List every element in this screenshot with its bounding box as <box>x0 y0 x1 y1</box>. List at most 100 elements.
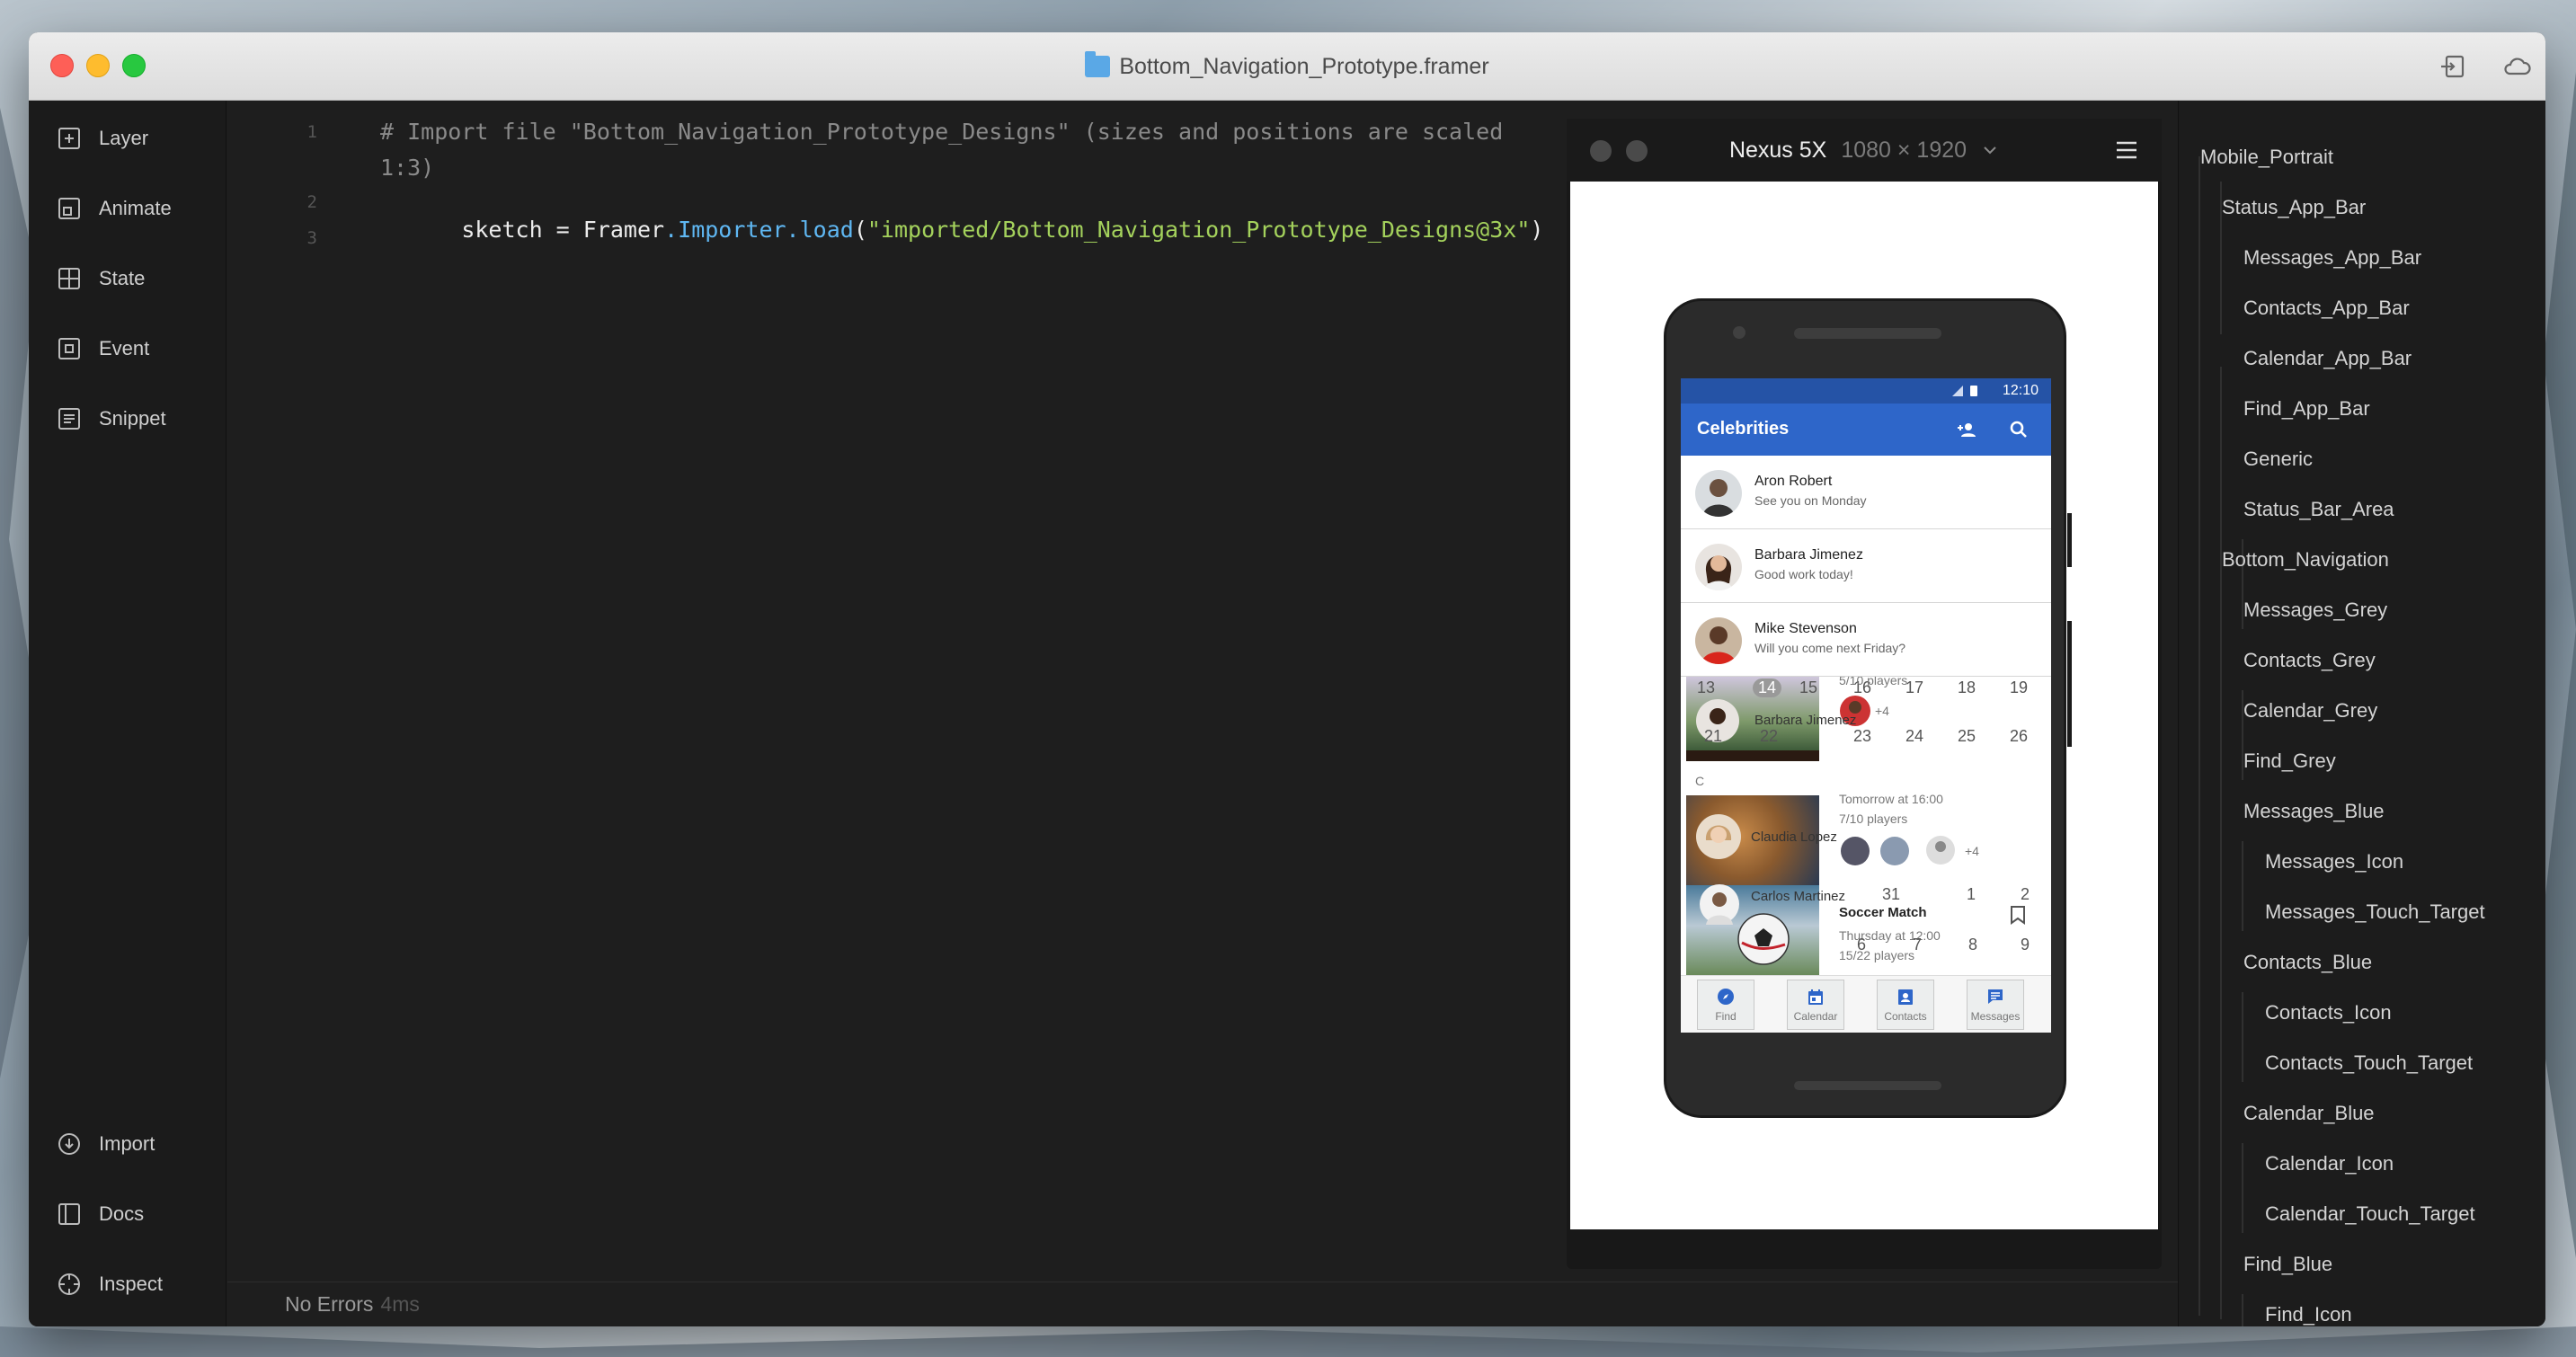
layer-item[interactable]: Contacts_Icon <box>2265 1001 2392 1024</box>
contact-row[interactable]: Mike Stevenson Will you come next Friday… <box>1681 603 2051 677</box>
export-icon[interactable] <box>2438 50 2470 83</box>
signal-battery-icon <box>1952 386 1977 396</box>
phone-camera <box>1733 326 1745 339</box>
layer-item[interactable]: Calendar_Grey <box>2243 699 2377 723</box>
layer-item[interactable]: Mobile_Portrait <box>2200 146 2333 169</box>
layer-item[interactable]: Find_App_Bar <box>2243 397 2370 421</box>
bookmark-icon[interactable] <box>2010 905 2026 925</box>
nav-messages[interactable]: Messages <box>1967 980 2024 1030</box>
sidebar-item-import[interactable]: Import <box>58 1126 155 1162</box>
sidebar-item-label: Inspect <box>99 1273 163 1295</box>
calendar-day: 26 <box>2010 727 2029 745</box>
sidebar-item-state[interactable]: State <box>58 261 145 297</box>
phone-screen[interactable]: 12:10 Celebrities Aron Robert See you on… <box>1681 378 2051 1033</box>
layer-item[interactable]: Contacts_App_Bar <box>2243 297 2410 320</box>
calendar-day: 17 <box>1905 678 1924 696</box>
section-header <box>1681 763 2051 795</box>
preview-canvas: 12:10 Celebrities Aron Robert See you on… <box>1570 182 2158 1229</box>
layer-item[interactable]: Status_Bar_Area <box>2243 498 2394 521</box>
tree-guide <box>2242 841 2243 931</box>
minimize-window-button[interactable] <box>86 54 110 77</box>
layer-item[interactable]: Calendar_Icon <box>2265 1152 2394 1175</box>
layer-item[interactable]: Messages_Icon <box>2265 850 2403 874</box>
sidebar-item-label: Import <box>99 1132 155 1155</box>
compile-time: 4ms <box>380 1292 420 1316</box>
chevron-down-icon[interactable] <box>1981 141 1999 159</box>
contact-row[interactable]: Barbara Jimenez Good work today! <box>1681 529 2051 603</box>
calendar-day: 23 <box>1853 727 1872 745</box>
import-icon <box>58 1133 80 1155</box>
nav-label: Find <box>1715 1010 1737 1023</box>
phone-bottom-speaker <box>1794 1081 1941 1090</box>
layer-item[interactable]: Bottom_Navigation <box>2222 548 2389 572</box>
layer-item[interactable]: Find_Icon <box>2265 1303 2352 1326</box>
nav-label: Contacts <box>1884 1010 1927 1023</box>
nav-contacts[interactable]: Contacts <box>1877 980 1934 1030</box>
search-icon[interactable] <box>2008 419 2030 440</box>
calendar-day: 13 <box>1697 678 1716 696</box>
layer-item[interactable]: Find_Blue <box>2243 1253 2332 1276</box>
nav-find[interactable]: Find <box>1697 980 1754 1030</box>
device-name[interactable]: Nexus 5X <box>1729 137 1826 164</box>
left-sidebar: Layer Animate State Event Snippet Import… <box>29 101 227 1326</box>
code-token: ) <box>1530 217 1544 243</box>
layer-item[interactable]: Messages_App_Bar <box>2243 246 2421 270</box>
preview-dot-1[interactable] <box>1590 140 1612 162</box>
layer-item[interactable]: Calendar_Touch_Target <box>2265 1202 2475 1226</box>
section-letter: C <box>1695 774 1705 788</box>
menu-icon[interactable] <box>2115 140 2138 160</box>
contact-name: Mike Stevenson <box>1754 621 1857 636</box>
nav-calendar[interactable]: Calendar <box>1787 980 1844 1030</box>
event-title: Soccer Match <box>1839 905 1927 920</box>
phone-frame: 12:10 Celebrities Aron Robert See you on… <box>1664 298 2072 1118</box>
contact-name: Carlos Martinez <box>1751 889 1846 904</box>
sidebar-item-docs[interactable]: Docs <box>58 1196 144 1232</box>
calendar-day: 8 <box>1968 936 1978 953</box>
nav-label: Messages <box>1970 1010 2021 1023</box>
transition-overlap: 13 14 15 16 17 18 19 5/10 players +4 Bar… <box>1681 677 2051 975</box>
contact-message: Good work today! <box>1754 567 1853 581</box>
sidebar-item-snippet[interactable]: Snippet <box>58 401 166 437</box>
sidebar-item-label: Layer <box>99 127 149 149</box>
error-status: No Errors <box>285 1292 374 1316</box>
phone-clock: 12:10 <box>2002 383 2039 398</box>
layer-item[interactable]: Contacts_Blue <box>2243 951 2372 974</box>
soccer-ball-icon <box>1737 913 1790 965</box>
layer-item[interactable]: Messages_Touch_Target <box>2265 900 2485 924</box>
avatar <box>1695 544 1742 590</box>
layer-item[interactable]: Messages_Grey <box>2243 599 2387 622</box>
device-resolution[interactable]: 1080 × 1920 <box>1841 137 1967 164</box>
contact-row[interactable]: Aron Robert See you on Monday <box>1681 456 2051 529</box>
sidebar-item-animate[interactable]: Animate <box>58 191 172 226</box>
sidebar-item-inspect[interactable]: Inspect <box>58 1266 163 1302</box>
layer-item[interactable]: Calendar_App_Bar <box>2243 347 2412 370</box>
players-count: 15/22 players <box>1839 948 1915 962</box>
sidebar-item-label: Snippet <box>99 407 166 430</box>
cloud-icon[interactable] <box>2500 50 2533 83</box>
layer-item[interactable]: Status_App_Bar <box>2222 196 2366 219</box>
status-bar: No Errors 4ms <box>227 1282 2178 1326</box>
layer-item[interactable]: Calendar_Blue <box>2243 1102 2375 1125</box>
more-players: +4 <box>1875 704 1889 718</box>
layer-item[interactable]: Contacts_Touch_Target <box>2265 1051 2473 1075</box>
layer-item[interactable]: Contacts_Grey <box>2243 649 2376 672</box>
preview-dot-2[interactable] <box>1626 140 1648 162</box>
layer-item[interactable]: Messages_Blue <box>2243 800 2385 823</box>
avatar <box>1926 836 1955 865</box>
sidebar-item-layer[interactable]: Layer <box>58 120 148 156</box>
layer-item[interactable]: Generic <box>2243 448 2313 471</box>
calendar-day: 22 <box>1760 727 1779 745</box>
tree-guide <box>2242 1294 2243 1326</box>
phone-side-button <box>2067 513 2072 567</box>
contact-message: Will you come next Friday? <box>1754 641 1906 655</box>
code-editor[interactable]: 1 2 3 # Import file "Bottom_Navigation_P… <box>227 101 1567 1282</box>
add-contact-icon[interactable] <box>1956 419 1977 440</box>
maximize-window-button[interactable] <box>122 54 146 77</box>
docs-icon <box>58 1203 80 1225</box>
snippet-icon <box>58 408 80 430</box>
close-window-button[interactable] <box>50 54 74 77</box>
sidebar-item-event[interactable]: Event <box>58 331 149 367</box>
layer-item[interactable]: Find_Grey <box>2243 749 2336 773</box>
avatar <box>1696 814 1741 859</box>
state-grid-icon <box>58 268 80 289</box>
